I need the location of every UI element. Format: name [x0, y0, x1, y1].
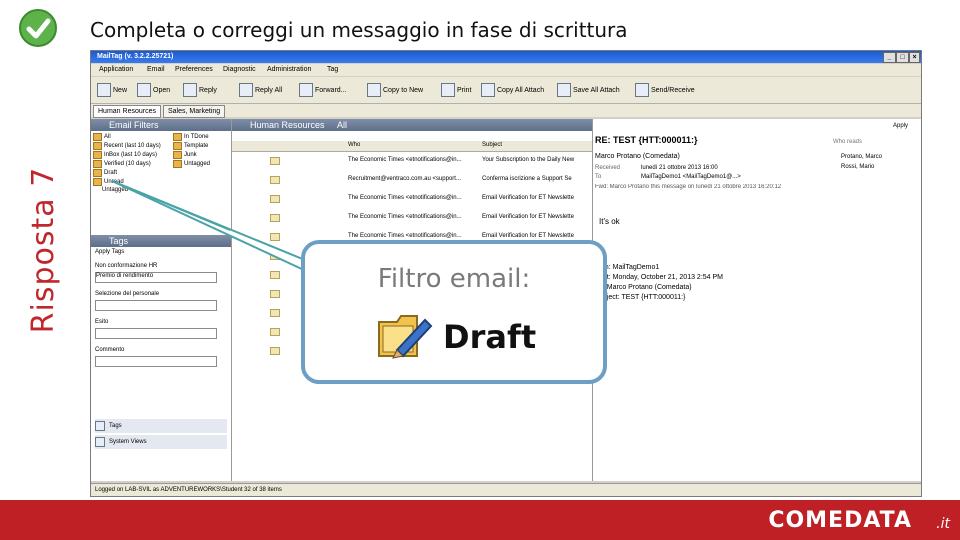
footer-bar: COMEDATA .it: [0, 500, 960, 540]
footer-logo: COMEDATA: [768, 508, 912, 533]
footer-domain: .it: [936, 516, 950, 532]
callout-label: Filtro email:: [377, 264, 531, 294]
callout-draft-text: Draft: [443, 318, 537, 356]
folder-pencil-icon: [378, 315, 433, 359]
callout-pointer-line: [111, 180, 231, 231]
callout-pointer-wedge: [111, 180, 307, 272]
filter-callout: Filtro email: Draft: [301, 240, 607, 384]
